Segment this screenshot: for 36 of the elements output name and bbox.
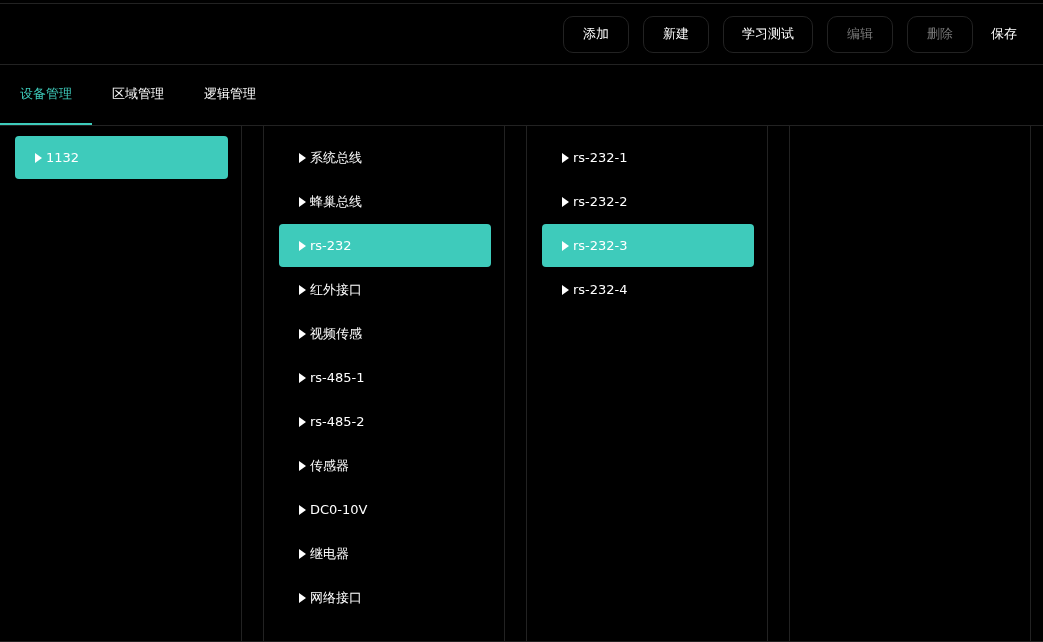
tab[interactable]: 区域管理 (92, 65, 184, 125)
caret-icon (562, 196, 569, 207)
caret-icon (299, 284, 306, 295)
tree-item[interactable]: rs-232-4 (542, 268, 754, 311)
caret-icon (299, 504, 306, 515)
tree-item[interactable]: rs-485-1 (279, 356, 491, 399)
tree-item[interactable]: 蜂巢总线 (279, 180, 491, 223)
tree-item[interactable]: rs-232-1 (542, 136, 754, 179)
caret-icon (35, 152, 42, 163)
caret-icon (299, 240, 306, 251)
tree-item[interactable]: 传感器 (279, 444, 491, 487)
toolbar-button[interactable]: 学习测试 (723, 15, 813, 53)
caret-icon (562, 152, 569, 163)
caret-icon (299, 328, 306, 339)
tree-item[interactable]: DC0-10V (279, 488, 491, 531)
save-button[interactable]: 保存 (987, 15, 1021, 53)
tree-item[interactable]: 红外接口 (279, 268, 491, 311)
tree-item[interactable]: 视频传感 (279, 312, 491, 355)
caret-icon (299, 416, 306, 427)
caret-icon (299, 460, 306, 471)
caret-icon (299, 152, 306, 163)
tab[interactable]: 逻辑管理 (184, 65, 276, 125)
caret-icon (299, 196, 306, 207)
tree-item[interactable]: rs-232-2 (542, 180, 754, 223)
caret-icon (562, 240, 569, 251)
toolbar-button[interactable]: 新建 (643, 15, 709, 53)
tree-item[interactable]: 继电器 (279, 532, 491, 575)
tab[interactable]: 设备管理 (0, 65, 92, 125)
caret-icon (562, 284, 569, 295)
tree-item[interactable]: rs-485-2 (279, 400, 491, 443)
caret-icon (299, 592, 306, 603)
toolbar-button[interactable]: 添加 (563, 15, 629, 53)
caret-icon (299, 372, 306, 383)
tree-item[interactable]: 系统总线 (279, 136, 491, 179)
tree-item[interactable]: 网络接口 (279, 576, 491, 619)
caret-icon (299, 548, 306, 559)
